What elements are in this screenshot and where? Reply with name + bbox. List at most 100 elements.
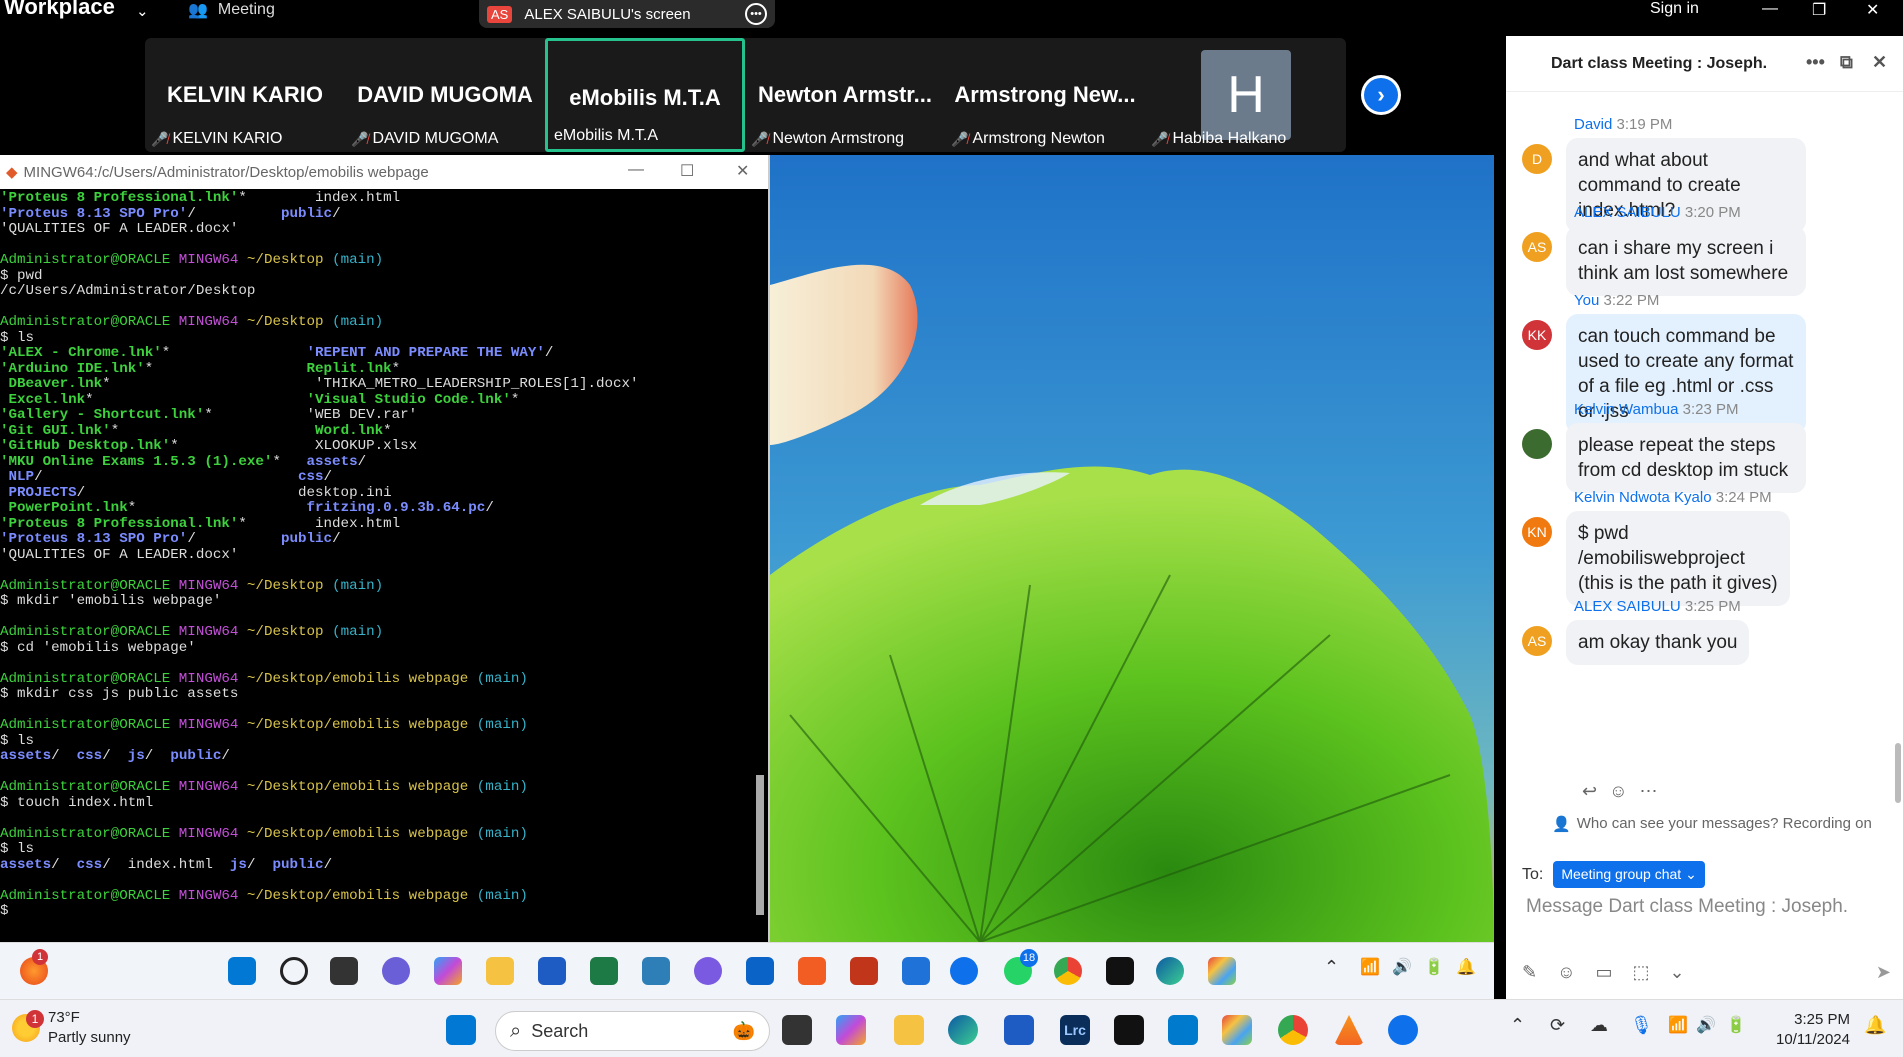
participant-tile[interactable]: Newton Armstr... 🎤̸ Newton Armstrong — [745, 38, 945, 152]
notification-bell-icon[interactable]: 🔔 — [1456, 957, 1484, 985]
terminal-line: 'QUALITIES OF A LEADER.docx' — [0, 547, 768, 564]
chevron-up-icon[interactable]: ⌃ — [1324, 957, 1352, 985]
avatar[interactable]: AS — [1522, 232, 1552, 262]
outlook-icon[interactable] — [746, 957, 774, 985]
meeting-button[interactable]: 👥 Meeting — [188, 0, 275, 20]
more-options-icon[interactable]: ⋯ — [1639, 781, 1657, 802]
gallery-next-button[interactable]: › — [1361, 75, 1401, 115]
send-icon[interactable]: ➤ — [1876, 962, 1891, 983]
participant-name-large: eMobilis M.T.A — [569, 85, 721, 110]
app-icon[interactable] — [694, 957, 722, 985]
weather-widget[interactable]: 1 73°F Partly sunny — [12, 1008, 131, 1048]
battery-icon[interactable]: 🔋 — [1726, 1015, 1756, 1045]
file-icon[interactable]: ▭ — [1595, 962, 1612, 983]
microphone-icon[interactable]: 🎙 — [1630, 1015, 1660, 1045]
pycharm-icon[interactable] — [1106, 957, 1134, 985]
cloud-off-icon[interactable]: ☁ — [1590, 1015, 1620, 1045]
clock[interactable]: 3:25 PM 10/11/2024 — [1764, 1010, 1850, 1050]
windows-start-icon[interactable] — [228, 957, 256, 985]
terminal-window[interactable]: ◆ MINGW64:/c/Users/Administrator/Desktop… — [0, 155, 770, 942]
file-explorer-icon[interactable] — [486, 957, 514, 985]
pycharm-icon[interactable] — [1114, 1015, 1144, 1045]
chrome-icon[interactable] — [1278, 1015, 1308, 1045]
app-icon[interactable] — [850, 957, 878, 985]
close-window-icon[interactable]: ✕ — [1866, 0, 1879, 20]
sync-icon[interactable]: ⟳ — [1550, 1015, 1580, 1045]
lightroom-classic-icon[interactable]: Lrc — [1060, 1015, 1090, 1045]
teams-chat-icon[interactable] — [382, 957, 410, 985]
sign-in-link[interactable]: Sign in — [1650, 0, 1699, 18]
emoji-react-icon[interactable]: ☺ — [1609, 781, 1627, 802]
file-explorer-icon[interactable] — [894, 1015, 924, 1045]
chevron-down-icon[interactable]: ⌄ — [1670, 962, 1685, 983]
pop-out-icon[interactable]: ⧉ — [1840, 52, 1853, 73]
brave-icon[interactable] — [798, 957, 826, 985]
avatar[interactable]: AS — [1522, 626, 1552, 656]
participant-name-large: KELVIN KARIO — [166, 82, 324, 107]
task-view-icon[interactable] — [330, 957, 358, 985]
close-icon[interactable]: ✕ — [1872, 52, 1887, 73]
terminal-output[interactable]: 'Proteus 8 Professional.lnk'* index.html… — [0, 189, 768, 920]
battery-icon[interactable]: 🔋 — [1424, 957, 1452, 985]
volume-icon[interactable]: 🔊 — [1392, 957, 1420, 985]
chrome-icon[interactable] — [1054, 957, 1082, 985]
privacy-notice[interactable]: 👤 Who can see your messages? Recording o… — [1552, 815, 1872, 833]
chevron-down-icon[interactable]: ⌄ — [136, 2, 149, 20]
format-icon[interactable]: ✎ — [1522, 962, 1537, 983]
mail-icon[interactable] — [902, 957, 930, 985]
wifi-icon[interactable]: 📶 — [1668, 1015, 1698, 1045]
recipient-dropdown[interactable]: Meeting group chat ⌄ — [1553, 861, 1705, 888]
more-options-icon[interactable]: ••• — [1806, 52, 1825, 73]
emoji-icon[interactable]: ☺ — [1557, 962, 1575, 983]
excel-icon[interactable] — [590, 957, 618, 985]
participant-tile[interactable]: DAVID MUGOMA 🎤̸ DAVID MUGOMA — [345, 38, 545, 152]
terminal-title-bar[interactable]: ◆ MINGW64:/c/Users/Administrator/Desktop… — [0, 155, 768, 189]
avatar[interactable] — [1522, 429, 1552, 459]
message-actions: ↩ ☺ ⋯ — [1582, 781, 1657, 802]
notification-bell-icon[interactable]: 🔔 — [1864, 1015, 1894, 1045]
participant-label: 🎤̸ DAVID MUGOMA — [351, 130, 498, 148]
terminal-text: * 'THIKA_METRO_LEADERSHIP_ROLES[1].docx' — [102, 376, 639, 392]
terminal-text: * — [85, 391, 307, 408]
minimize-icon[interactable]: — — [1762, 0, 1778, 18]
avatar[interactable]: D — [1522, 144, 1552, 174]
avatar[interactable]: KK — [1522, 320, 1552, 350]
chat-scrollbar[interactable] — [1895, 743, 1901, 803]
message-input[interactable]: Message Dart class Meeting : Joseph. — [1526, 896, 1848, 918]
more-options-icon[interactable]: ••• — [745, 3, 767, 25]
wifi-icon[interactable]: 📶 — [1360, 957, 1388, 985]
maximize-icon[interactable]: ☐ — [680, 161, 694, 181]
screen-share-pill[interactable]: AS ALEX SAIBULU's screen ••• — [479, 0, 775, 28]
task-view-icon[interactable] — [782, 1015, 812, 1045]
volume-icon[interactable]: 🔊 — [1696, 1015, 1726, 1045]
close-icon[interactable]: ✕ — [736, 161, 749, 181]
app-icon[interactable] — [1208, 957, 1236, 985]
screenshot-icon[interactable]: ⬚ — [1633, 962, 1650, 983]
chevron-up-icon[interactable]: ⌃ — [1510, 1015, 1540, 1045]
windows-start-icon[interactable] — [446, 1015, 476, 1045]
microsoft-store-icon[interactable] — [538, 957, 566, 985]
participant-tile[interactable]: H 🎤̸ Habiba Halkano — [1145, 38, 1345, 152]
search-icon[interactable] — [280, 957, 308, 985]
restore-icon[interactable]: ❐ — [1812, 0, 1826, 20]
microsoft-store-icon[interactable] — [1004, 1015, 1034, 1045]
vlc-icon[interactable] — [1334, 1015, 1364, 1045]
terminal-scrollbar[interactable] — [756, 775, 764, 915]
avatar[interactable]: KN — [1522, 517, 1552, 547]
vscode-icon[interactable] — [1168, 1015, 1198, 1045]
participant-tile-active-speaker[interactable]: eMobilis M.T.A eMobilis M.T.A — [545, 38, 745, 152]
reply-icon[interactable]: ↩ — [1582, 781, 1597, 802]
edge-icon[interactable] — [948, 1015, 978, 1045]
participant-tile[interactable]: KELVIN KARIO 🎤̸ KELVIN KARIO — [145, 38, 345, 152]
zoom-icon[interactable] — [950, 957, 978, 985]
app-icon[interactable] — [1222, 1015, 1252, 1045]
copilot-icon[interactable] — [434, 957, 462, 985]
taskbar-search[interactable]: ⌕ Search 🎃 — [495, 1011, 770, 1051]
edge-icon[interactable] — [1156, 957, 1184, 985]
terminal-text: / — [332, 531, 341, 547]
participant-tile[interactable]: Armstrong New... 🎤̸ Armstrong Newton — [945, 38, 1145, 152]
app-icon[interactable] — [642, 957, 670, 985]
copilot-icon[interactable] — [836, 1015, 866, 1045]
zoom-icon[interactable] — [1388, 1015, 1418, 1045]
minimize-icon[interactable]: — — [628, 161, 644, 179]
